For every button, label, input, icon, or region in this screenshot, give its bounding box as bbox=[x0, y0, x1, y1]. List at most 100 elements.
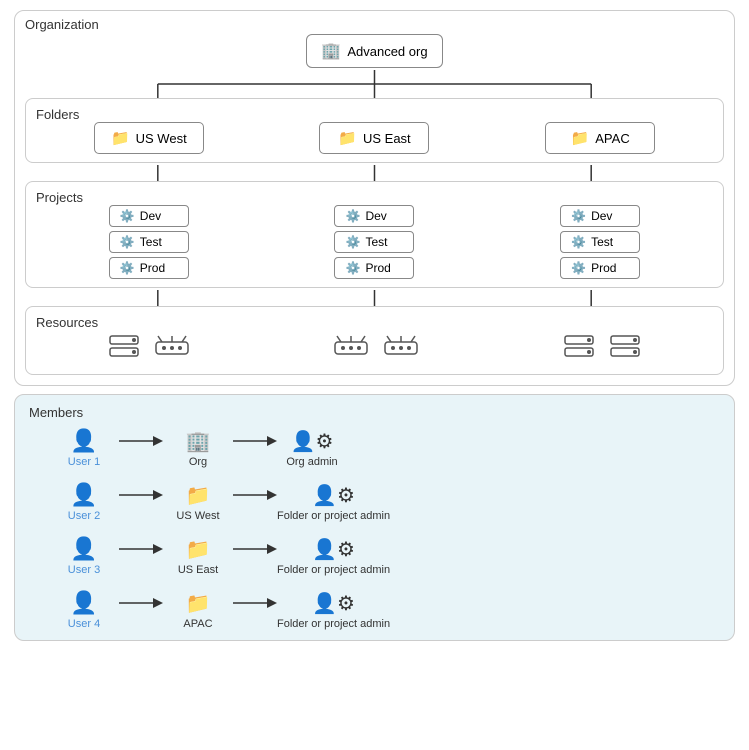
user-icon-2: 👤 bbox=[70, 482, 97, 508]
folder-target-label-4: APAC bbox=[183, 618, 212, 630]
role-icon-4: 👤⚙ bbox=[312, 591, 355, 616]
resource-group-west bbox=[106, 330, 192, 366]
user-icon-4: 👤 bbox=[70, 590, 97, 616]
project-label: Test bbox=[140, 235, 162, 249]
resource-group-apac bbox=[561, 330, 643, 366]
role-label-1: Org admin bbox=[286, 456, 337, 468]
project-item: ⚙️ Dev bbox=[109, 205, 189, 227]
projects-section-label: Projects bbox=[36, 190, 83, 205]
project-item: ⚙️ Prod bbox=[334, 257, 414, 279]
resources-section-label: Resources bbox=[36, 315, 98, 330]
role-label-3: Folder or project admin bbox=[277, 564, 390, 576]
top-section: Organization 🏢 Advanced org bbox=[14, 10, 735, 386]
org-node-label: Advanced org bbox=[347, 44, 427, 59]
project-label: Test bbox=[591, 235, 613, 249]
project-icon: ⚙️ bbox=[120, 261, 135, 275]
user4-item: 👤 User 4 bbox=[49, 590, 119, 630]
projects-to-resources-connector bbox=[25, 290, 724, 306]
org-icon: 🏢 bbox=[321, 41, 341, 61]
member-row-1: 👤 User 1 🏢 Org bbox=[49, 428, 720, 468]
folders-section-label: Folders bbox=[36, 107, 79, 122]
resource-group-east bbox=[331, 330, 421, 366]
router-icon-2 bbox=[331, 330, 371, 366]
org-icon-member: 🏢 bbox=[186, 429, 211, 454]
router-icon-3 bbox=[381, 330, 421, 366]
members-section: Members 👤 User 1 🏢 Org bbox=[14, 394, 735, 641]
role-2: 👤⚙ Folder or project admin bbox=[277, 483, 390, 522]
user2-item: 👤 User 2 bbox=[49, 482, 119, 522]
member-row-3: 👤 User 3 📁 US East bbox=[49, 536, 720, 576]
user1-label: User 1 bbox=[68, 456, 100, 468]
project-item: ⚙️ Test bbox=[334, 231, 414, 253]
role-icon-3: 👤⚙ bbox=[312, 537, 355, 562]
project-icon: ⚙️ bbox=[120, 235, 135, 249]
folder-icon-west: 📁 bbox=[111, 129, 130, 147]
project-label: Test bbox=[365, 235, 387, 249]
folder-label-west: US West bbox=[136, 131, 187, 146]
server-icon bbox=[106, 330, 142, 366]
folder-us-east: 📁 US East bbox=[319, 122, 429, 154]
project-item: ⚙️ Prod bbox=[109, 257, 189, 279]
project-item: ⚙️ Dev bbox=[560, 205, 640, 227]
project-item: ⚙️ Test bbox=[109, 231, 189, 253]
project-group-east: ⚙️ Dev ⚙️ Test ⚙️ Prod bbox=[334, 205, 414, 279]
folder-target-4: 📁 APAC bbox=[163, 591, 233, 630]
project-label: Dev bbox=[365, 209, 386, 223]
role-4: 👤⚙ Folder or project admin bbox=[277, 591, 390, 630]
org-section-label: Organization bbox=[25, 17, 99, 32]
folder-icon-apac: 📁 bbox=[571, 129, 590, 147]
role-label-4: Folder or project admin bbox=[277, 618, 390, 630]
project-item: ⚙️ Prod bbox=[560, 257, 640, 279]
project-icon: ⚙️ bbox=[571, 261, 586, 275]
user-icon-1: 👤 bbox=[70, 428, 97, 454]
folder-target-3: 📁 US East bbox=[163, 537, 233, 576]
user1-item: 👤 User 1 bbox=[49, 428, 119, 468]
folder-label-apac: APAC bbox=[595, 131, 629, 146]
project-icon: ⚙️ bbox=[345, 261, 360, 275]
role-icon-1: 👤⚙ bbox=[291, 429, 334, 454]
folder-target-label-2: US West bbox=[176, 510, 219, 522]
role-icon-2: 👤⚙ bbox=[312, 483, 355, 508]
org-node: 🏢 Advanced org bbox=[306, 34, 442, 68]
member-rows: 👤 User 1 🏢 Org bbox=[29, 428, 720, 630]
folder-us-west: 📁 US West bbox=[94, 122, 204, 154]
member-row-4: 👤 User 4 📁 APAC bbox=[49, 590, 720, 630]
server-icon-3 bbox=[607, 330, 643, 366]
member-row-2: 👤 User 2 📁 US West bbox=[49, 482, 720, 522]
resources-row bbox=[36, 330, 713, 366]
user2-label: User 2 bbox=[68, 510, 100, 522]
user3-item: 👤 User 3 bbox=[49, 536, 119, 576]
org-target-label: Org bbox=[189, 456, 207, 468]
project-icon: ⚙️ bbox=[345, 209, 360, 223]
project-label: Dev bbox=[591, 209, 612, 223]
folder-apac: 📁 APAC bbox=[545, 122, 655, 154]
folder-icon-member-4: 📁 bbox=[186, 591, 211, 616]
main-container: Organization 🏢 Advanced org bbox=[0, 0, 749, 651]
user3-label: User 3 bbox=[68, 564, 100, 576]
project-group-west: ⚙️ Dev ⚙️ Test ⚙️ Prod bbox=[109, 205, 189, 279]
org-target-1: 🏢 Org bbox=[163, 429, 233, 468]
project-label: Prod bbox=[365, 261, 390, 275]
server-icon-2 bbox=[561, 330, 597, 366]
user4-label: User 4 bbox=[68, 618, 100, 630]
arrow-4 bbox=[233, 488, 277, 502]
router-icon bbox=[152, 330, 192, 366]
project-icon: ⚙️ bbox=[120, 209, 135, 223]
arrow-2 bbox=[233, 434, 277, 448]
project-item: ⚙️ Test bbox=[560, 231, 640, 253]
org-to-folders-connector bbox=[25, 70, 724, 98]
folder-icon-member-2: 📁 bbox=[186, 483, 211, 508]
folder-target-2: 📁 US West bbox=[163, 483, 233, 522]
role-1: 👤⚙ Org admin bbox=[277, 429, 347, 468]
project-icon: ⚙️ bbox=[571, 235, 586, 249]
arrow-6 bbox=[233, 542, 277, 556]
arrow-5 bbox=[119, 542, 163, 556]
project-icon: ⚙️ bbox=[571, 209, 586, 223]
folders-to-projects-connector bbox=[25, 165, 724, 181]
arrow-1 bbox=[119, 434, 163, 448]
project-group-apac: ⚙️ Dev ⚙️ Test ⚙️ Prod bbox=[560, 205, 640, 279]
folder-icon-east: 📁 bbox=[338, 129, 357, 147]
project-label: Prod bbox=[140, 261, 165, 275]
role-3: 👤⚙ Folder or project admin bbox=[277, 537, 390, 576]
folders-row: 📁 US West 📁 US East 📁 APAC bbox=[36, 122, 713, 154]
